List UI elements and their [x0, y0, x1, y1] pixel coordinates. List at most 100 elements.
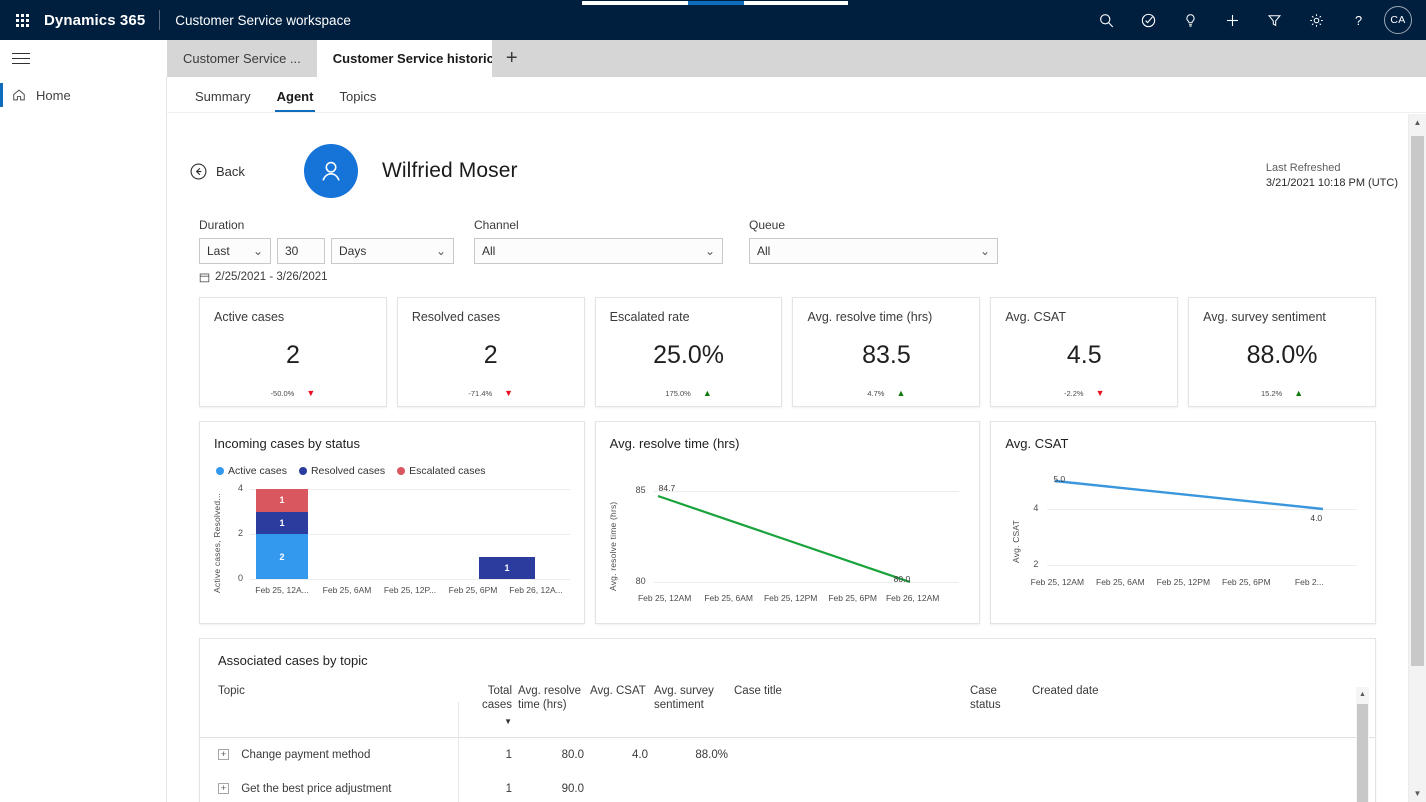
- quick-create-button[interactable]: [1212, 0, 1252, 40]
- bar-escalated-cases[interactable]: 1: [256, 489, 308, 512]
- new-tab-button[interactable]: +: [491, 40, 532, 77]
- kpi-delta: -50.0% ▼: [214, 388, 372, 399]
- legend-item-resolved-cases[interactable]: Resolved cases: [298, 465, 385, 477]
- trend-down-icon: ▼: [306, 388, 316, 398]
- waffle-icon: [15, 13, 29, 27]
- cell-spacer: [1172, 737, 1375, 772]
- chart-avg-csat[interactable]: Avg. CSAT Avg. CSAT 4 2 5.0 4.0 Feb 25, …: [990, 421, 1377, 624]
- th-avg-survey-sentiment[interactable]: Avg. survey sentiment: [654, 684, 734, 737]
- back-button[interactable]: Back: [189, 162, 304, 181]
- avatar-initials: CA: [1390, 14, 1406, 26]
- table-scrollbar[interactable]: ▲: [1356, 687, 1369, 802]
- queue-select[interactable]: All ⌄: [749, 238, 998, 264]
- cell-created-date: [1032, 737, 1172, 772]
- th-topic[interactable]: Topic: [200, 684, 458, 737]
- chart-incoming-cases-by-status[interactable]: Incoming cases by status Active cases Re…: [199, 421, 585, 624]
- page-scrollbar[interactable]: ▲ ▼: [1408, 114, 1426, 802]
- session-tab-0[interactable]: Customer Service ...: [167, 40, 317, 77]
- gridline: [250, 579, 570, 580]
- tab-summary[interactable]: Summary: [185, 89, 261, 112]
- legend-item-active-cases[interactable]: Active cases: [216, 465, 287, 477]
- table-row[interactable]: + Change payment method 1 80.0 4.0 88.0%: [200, 737, 1375, 772]
- expand-row-icon[interactable]: +: [218, 783, 229, 795]
- top-nav-actions: ? CA: [1086, 0, 1426, 40]
- site-map-toggle-button[interactable]: [0, 40, 167, 77]
- table-column-divider: [458, 702, 459, 802]
- kpi-card-active-cases[interactable]: Active cases 2 -50.0% ▼: [199, 297, 387, 407]
- kpi-card-resolved-cases[interactable]: Resolved cases 2 -71.4% ▼: [396, 297, 585, 407]
- kpi-value: 2: [285, 341, 300, 369]
- x-tick-label: Feb 2...: [1294, 577, 1324, 587]
- chart-row: Incoming cases by status Active cases Re…: [189, 407, 1386, 624]
- filter-bar: Duration Last ⌄ 30 Days ⌄ Channel All ⌄ …: [189, 208, 1386, 264]
- chart-legend: Active cases Resolved cases Escalated ca…: [214, 451, 570, 477]
- th-created-date-label: Created date: [1032, 685, 1099, 697]
- filter-button[interactable]: [1254, 0, 1294, 40]
- search-button[interactable]: [1086, 0, 1126, 40]
- assistant-button[interactable]: [1128, 0, 1168, 40]
- kpi-card-avg-resolve-time[interactable]: Avg. resolve time (hrs) 83.5 4.7% ▲: [792, 297, 981, 407]
- insights-button[interactable]: [1170, 0, 1210, 40]
- th-avg-resolve-time[interactable]: Avg. resolve time (hrs): [518, 684, 590, 737]
- kpi-card-escalated-rate[interactable]: Escalated rate 25.0% 175.0% ▲: [594, 297, 783, 407]
- home-icon: [12, 88, 26, 102]
- user-avatar[interactable]: CA: [1384, 6, 1412, 34]
- duration-mode-select[interactable]: Last ⌄: [199, 238, 271, 264]
- legend-swatch-icon: [298, 467, 307, 475]
- kpi-title: Avg. survey sentiment: [1203, 310, 1326, 324]
- kpi-title: Resolved cases: [411, 310, 501, 324]
- table-row[interactable]: + Get the best price adjustment 1 90.0: [200, 772, 1375, 802]
- x-tick-label: Feb 26, 12A...: [509, 585, 563, 595]
- channel-select[interactable]: All ⌄: [474, 238, 723, 264]
- bar-value-label: 1: [504, 562, 510, 573]
- scroll-down-arrow-icon[interactable]: ▼: [1409, 785, 1426, 802]
- app-launcher-button[interactable]: [0, 0, 44, 40]
- cell-topic[interactable]: + Get the best price adjustment: [200, 772, 458, 802]
- kpi-delta-value: 175.0%: [665, 389, 691, 398]
- tab-topics-label: Topics: [339, 89, 377, 104]
- associated-cases-table-card: Associated cases by topic Topic Total ca…: [199, 638, 1376, 802]
- duration-unit-select[interactable]: Days ⌄: [331, 238, 454, 264]
- cell-topic[interactable]: + Change payment method: [200, 737, 458, 772]
- kpi-delta-value: 4.7%: [867, 389, 885, 398]
- tab-summary-label: Summary: [195, 89, 251, 104]
- agent-header: Back Wilfried Moser: [189, 130, 1386, 208]
- line-chart-plot: Avg. CSAT 4 2 5.0 4.0 Feb 25, 12AM Feb 2…: [1005, 469, 1361, 629]
- kpi-card-avg-survey-sentiment[interactable]: Avg. survey sentiment 88.0% 15.2% ▲: [1188, 297, 1376, 407]
- chart-avg-resolve-time[interactable]: Avg. resolve time (hrs) Avg. resolve tim…: [594, 421, 981, 624]
- cell-total-cases: 1: [505, 748, 512, 761]
- kpi-delta: -2.2% ▼: [1005, 389, 1163, 399]
- legend-item-escalated-cases[interactable]: Escalated cases: [397, 465, 486, 477]
- svg-text:?: ?: [1354, 12, 1361, 27]
- scroll-up-arrow-icon[interactable]: ▲: [1409, 114, 1426, 131]
- session-tab-0-label: Customer Service ...: [183, 51, 301, 66]
- tab-agent[interactable]: Agent: [267, 89, 324, 112]
- bar-resolved-cases[interactable]: 1: [479, 556, 535, 579]
- help-button[interactable]: ?: [1338, 0, 1378, 40]
- back-arrow-icon: [190, 163, 207, 179]
- duration-label: Duration: [199, 218, 245, 232]
- th-case-title[interactable]: Case title: [734, 684, 970, 737]
- th-created-date[interactable]: Created date: [1032, 684, 1172, 737]
- th-case-status[interactable]: Case status: [970, 684, 1032, 737]
- sort-descending-icon: ▼: [504, 716, 512, 726]
- th-total-cases[interactable]: Total cases ▼: [458, 684, 518, 737]
- duration-amount-input[interactable]: 30: [277, 238, 325, 264]
- table-scrollbar-thumb[interactable]: [1357, 704, 1368, 802]
- x-tick-label: Feb 25, 12PM: [1156, 577, 1211, 587]
- sidebar-item-home[interactable]: Home: [0, 77, 166, 113]
- settings-button[interactable]: [1296, 0, 1336, 40]
- dashboard-tab-bar: Summary Agent Topics: [167, 77, 1426, 113]
- th-case-title-label: Case title: [734, 685, 782, 697]
- expand-row-icon[interactable]: +: [218, 749, 229, 761]
- tab-topics[interactable]: Topics: [329, 89, 386, 112]
- page-scrollbar-thumb[interactable]: [1411, 136, 1424, 666]
- table-scroll-up-arrow-icon[interactable]: ▲: [1356, 687, 1369, 702]
- bar-resolved-cases[interactable]: 1: [256, 511, 308, 534]
- session-tab-1[interactable]: Customer Service historic... ×: [316, 40, 526, 77]
- help-icon: ?: [1354, 12, 1361, 27]
- associated-cases-table: Topic Total cases ▼ Avg. resolve time (h…: [200, 684, 1375, 802]
- kpi-card-avg-csat[interactable]: Avg. CSAT 4.5 -2.2% ▼: [990, 297, 1179, 407]
- bar-active-cases[interactable]: 2: [256, 534, 308, 579]
- th-avg-csat[interactable]: Avg. CSAT: [590, 684, 654, 737]
